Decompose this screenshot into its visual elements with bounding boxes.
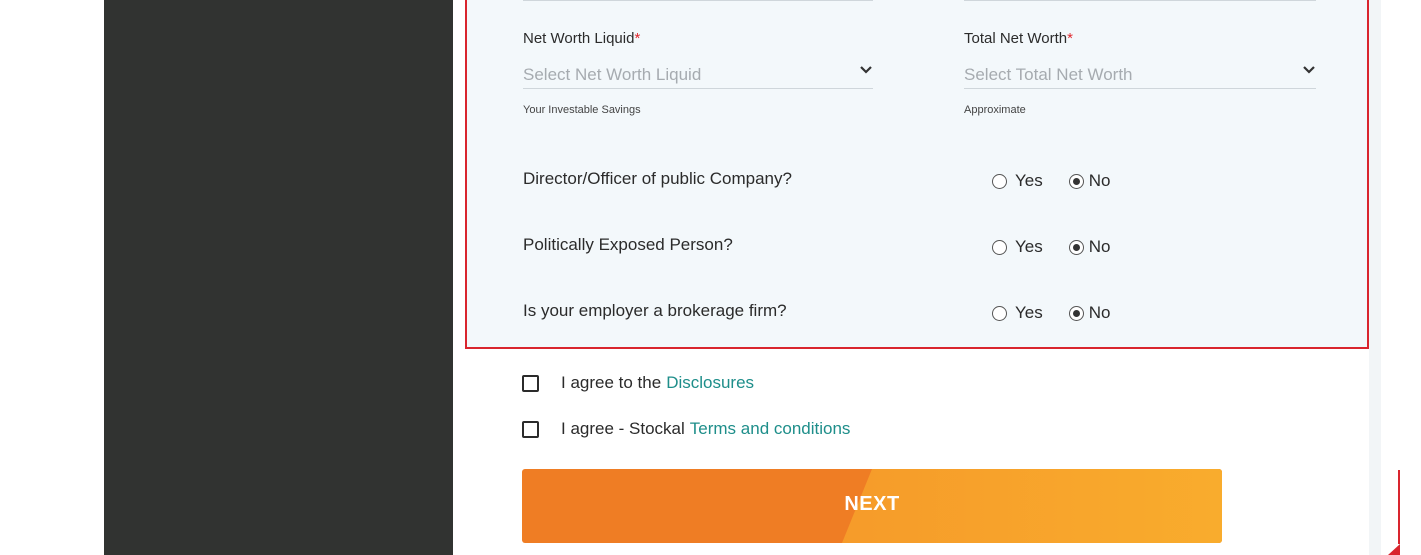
radio-circle[interactable] [992, 239, 1007, 255]
total-net-worth-hint: Approximate [964, 104, 1026, 116]
net-worth-liquid-label-text: Net Worth Liquid [523, 30, 635, 47]
page: Net Worth Liquid* Select Net Worth Liqui… [0, 0, 1421, 555]
net-worth-liquid-select[interactable]: Select Net Worth Liquid [523, 59, 873, 89]
terms-agreement: I agree - Stockal Terms and conditions [522, 419, 850, 439]
chevron-down-icon[interactable] [859, 63, 873, 77]
disclosures-agreement-text: I agree to the [561, 373, 662, 392]
radio-no-label: No [1088, 303, 1111, 322]
next-button-label: NEXT [844, 493, 900, 515]
required-mark: * [634, 30, 641, 47]
net-worth-liquid-placeholder: Select Net Worth Liquid [523, 65, 702, 84]
required-mark: * [1067, 30, 1073, 47]
terms-agreement-text: I agree - Stockal [561, 419, 685, 438]
corner-accent-icon [1388, 470, 1400, 555]
disclosures-checkbox[interactable] [522, 374, 539, 392]
radio-no-label: No [1088, 237, 1111, 256]
radio-circle-selected[interactable] [1068, 239, 1084, 255]
question-brokerage-employer: Is your employer a brokerage firm? [523, 301, 787, 320]
brokerage-employer-no-radio[interactable]: No [1068, 303, 1111, 323]
radio-yes-label: Yes [1015, 237, 1043, 256]
politically-exposed-yes-radio[interactable]: Yes [992, 237, 1043, 257]
brokerage-employer-yes-radio[interactable]: Yes [992, 303, 1043, 323]
director-officer-yes-radio[interactable]: Yes [992, 171, 1043, 191]
question-director-officer: Director/Officer of public Company? [523, 169, 792, 188]
next-button[interactable]: NEXT [522, 469, 1222, 543]
chevron-down-icon[interactable] [1302, 63, 1316, 77]
total-net-worth-label-text: Total Net Worth [964, 30, 1068, 47]
disclosures-link[interactable]: Disclosures [666, 373, 754, 393]
total-net-worth-label: Total Net Worth* [964, 30, 1073, 47]
brokerage-employer-radio-group: Yes No [992, 303, 1110, 323]
divider [523, 0, 873, 1]
total-net-worth-select[interactable]: Select Total Net Worth [964, 59, 1316, 89]
divider [964, 0, 1316, 1]
total-net-worth-placeholder: Select Total Net Worth [964, 65, 1133, 84]
net-worth-liquid-hint: Your Investable Savings [523, 104, 641, 116]
left-dark-panel [104, 0, 453, 555]
radio-circle-selected[interactable] [1068, 173, 1084, 189]
radio-no-label: No [1088, 171, 1111, 190]
director-officer-radio-group: Yes No [992, 171, 1110, 191]
director-officer-no-radio[interactable]: No [1068, 171, 1111, 191]
net-worth-liquid-label: Net Worth Liquid* [523, 30, 640, 47]
question-politically-exposed: Politically Exposed Person? [523, 235, 733, 254]
radio-yes-label: Yes [1015, 303, 1043, 322]
radio-circle[interactable] [992, 305, 1007, 321]
terms-checkbox[interactable] [522, 420, 539, 438]
politically-exposed-radio-group: Yes No [992, 237, 1110, 257]
disclosures-agreement: I agree to the Disclosures [522, 373, 754, 393]
radio-yes-label: Yes [1015, 171, 1043, 190]
right-scroll-strip [1369, 0, 1381, 555]
radio-circle-selected[interactable] [1068, 305, 1084, 321]
radio-circle[interactable] [992, 173, 1007, 189]
politically-exposed-no-radio[interactable]: No [1068, 237, 1111, 257]
financial-details-section: Net Worth Liquid* Select Net Worth Liqui… [465, 0, 1369, 349]
terms-and-conditions-link[interactable]: Terms and conditions [690, 419, 851, 439]
